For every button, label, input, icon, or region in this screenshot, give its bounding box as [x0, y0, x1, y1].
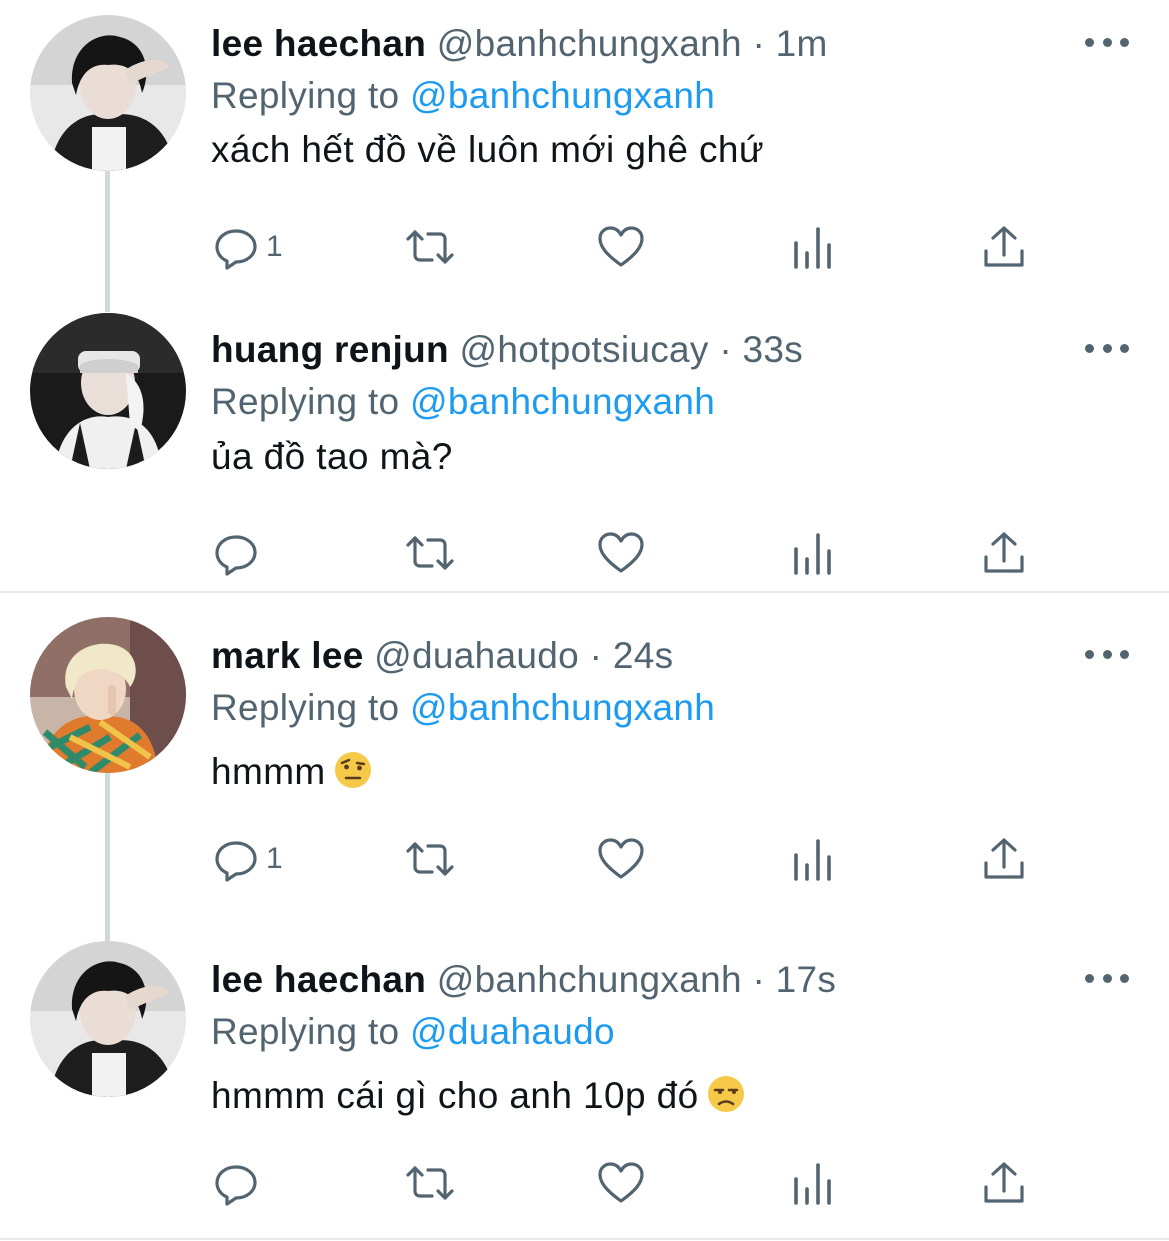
analytics-icon	[794, 839, 831, 881]
display-name[interactable]: lee haechan	[211, 959, 426, 1000]
analytics-icon	[794, 1163, 831, 1205]
retweet-button[interactable]	[402, 223, 458, 271]
retweet-button[interactable]	[402, 835, 458, 883]
timestamp[interactable]: 24s	[613, 635, 674, 676]
reply-count: 1	[266, 230, 283, 263]
replying-to-line: Replying to @banhchungxanh	[211, 380, 715, 424]
tweet-text: hmmm	[211, 749, 372, 795]
like-button[interactable]	[597, 223, 645, 271]
separator-dot: ·	[752, 959, 766, 1000]
timestamp[interactable]: 17s	[776, 959, 837, 1000]
reply-icon	[215, 229, 257, 270]
replying-to-line: Replying to @banhchungxanh	[211, 686, 715, 730]
user-handle[interactable]: @banhchungxanh	[437, 23, 742, 64]
more-icon[interactable]	[1085, 344, 1129, 356]
tweet-header: mark lee @duahaudo · 24s	[211, 634, 673, 678]
user-handle[interactable]: @duahaudo	[374, 635, 579, 676]
reply-count: 1	[266, 842, 283, 875]
replying-to-handle[interactable]: @banhchungxanh	[410, 687, 715, 728]
face-with-raised-eyebrow-emoji	[334, 752, 371, 788]
like-icon	[598, 1162, 644, 1203]
separator-dot: ·	[719, 329, 732, 370]
like-icon	[598, 226, 644, 267]
share-button[interactable]	[980, 835, 1028, 883]
more-icon[interactable]	[1085, 974, 1129, 986]
reply-button[interactable]	[212, 529, 266, 577]
share-icon	[984, 226, 1024, 267]
tweet-text-content: hmmm cái gì cho anh 10p đó	[211, 1075, 699, 1116]
tweet-text-content: hmmm	[211, 751, 326, 792]
replying-to-label: Replying to	[211, 381, 400, 422]
like-button[interactable]	[597, 835, 645, 883]
replying-to-label: Replying to	[211, 1011, 400, 1052]
share-icon	[984, 1162, 1024, 1203]
unamused-face-emoji	[707, 1076, 744, 1112]
reply-button[interactable]: 1	[212, 835, 283, 883]
replying-to-handle[interactable]: @banhchungxanh	[410, 381, 715, 422]
timestamp[interactable]: 1m	[776, 23, 828, 64]
tweet-text-content: ủa đồ tao mà?	[211, 436, 453, 477]
timestamp[interactable]: 33s	[743, 329, 804, 370]
reply-icon	[215, 535, 257, 576]
retweet-button[interactable]	[402, 529, 458, 577]
retweet-icon	[406, 230, 454, 264]
tweet-header: lee haechan @banhchungxanh · 1m	[211, 22, 828, 66]
tweet-text: ủa đồ tao mà?	[211, 434, 453, 480]
tweet[interactable]: huang renjun @hotpotsiucay · 33s Replyin…	[0, 313, 1169, 616]
tweet-text: xách hết đồ về luôn mới ghê chứ	[211, 127, 764, 173]
avatar[interactable]	[30, 15, 186, 171]
retweet-icon	[406, 1166, 454, 1200]
analytics-icon	[794, 227, 831, 269]
reply-icon	[215, 1165, 257, 1206]
like-button[interactable]	[597, 529, 645, 577]
replying-to-line: Replying to @banhchungxanh	[211, 74, 715, 118]
reply-button[interactable]: 1	[212, 223, 283, 271]
tweet[interactable]: lee haechan @banhchungxanh · 17s Replyin…	[0, 941, 1169, 1241]
retweet-icon	[406, 842, 454, 876]
tweet-header: lee haechan @banhchungxanh · 17s	[211, 958, 836, 1002]
user-handle[interactable]: @banhchungxanh	[437, 959, 742, 1000]
more-icon[interactable]	[1085, 38, 1129, 50]
tweet-header: huang renjun @hotpotsiucay · 33s	[211, 328, 803, 372]
analytics-button[interactable]	[790, 223, 838, 271]
analytics-button[interactable]	[790, 1159, 838, 1207]
more-icon[interactable]	[1085, 650, 1129, 662]
avatar[interactable]	[30, 617, 186, 773]
like-icon	[598, 532, 644, 573]
retweet-icon	[406, 536, 454, 570]
separator-dot: ·	[589, 635, 603, 676]
share-button[interactable]	[980, 223, 1028, 271]
analytics-button[interactable]	[790, 835, 838, 883]
like-button[interactable]	[597, 1159, 645, 1207]
replying-to-label: Replying to	[211, 687, 400, 728]
share-button[interactable]	[980, 529, 1028, 577]
replying-to-label: Replying to	[211, 75, 400, 116]
tweet-text-content: xách hết đồ về luôn mới ghê chứ	[211, 129, 765, 170]
display-name[interactable]: lee haechan	[211, 23, 426, 64]
replying-to-handle[interactable]: @duahaudo	[410, 1011, 615, 1052]
replying-to-line: Replying to @duahaudo	[211, 1010, 615, 1054]
share-icon	[984, 838, 1024, 879]
share-icon	[984, 532, 1024, 573]
avatar[interactable]	[30, 313, 186, 469]
analytics-button[interactable]	[790, 529, 838, 577]
user-handle[interactable]: @hotpotsiucay	[460, 329, 709, 370]
analytics-icon	[794, 533, 831, 575]
reply-icon	[215, 841, 257, 882]
separator-dot: ·	[752, 23, 766, 64]
tweet[interactable]: mark lee @duahaudo · 24s Replying to @ba…	[0, 617, 1169, 922]
tweet-text: hmmm cái gì cho anh 10p đó	[211, 1073, 745, 1119]
tweet[interactable]: lee haechan @banhchungxanh · 1m Replying…	[0, 10, 1169, 310]
like-icon	[598, 838, 644, 879]
display-name[interactable]: mark lee	[211, 635, 364, 676]
replying-to-handle[interactable]: @banhchungxanh	[410, 75, 715, 116]
retweet-button[interactable]	[402, 1159, 458, 1207]
reply-button[interactable]	[212, 1159, 266, 1207]
share-button[interactable]	[980, 1159, 1028, 1207]
display-name[interactable]: huang renjun	[211, 329, 449, 370]
avatar[interactable]	[30, 941, 186, 1097]
